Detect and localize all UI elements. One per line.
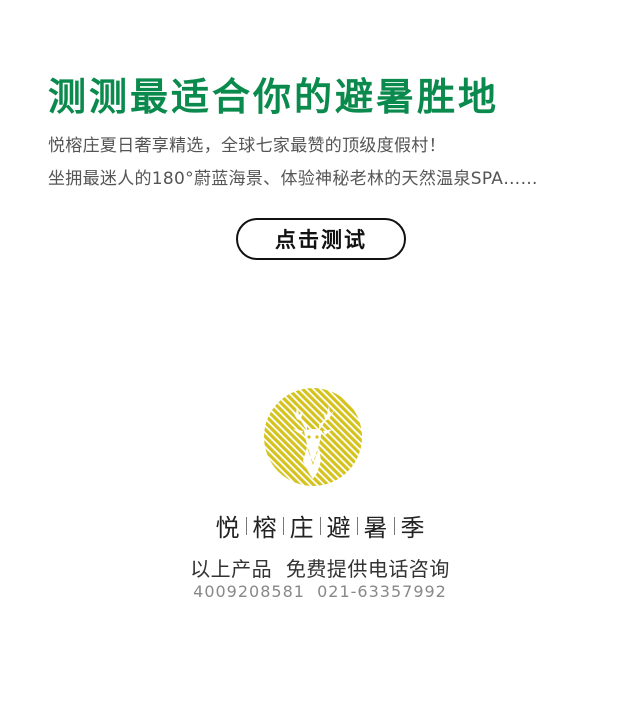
description-line-2: 坐拥最迷人的180°蔚蓝海景、体验神秘老林的天然温泉SPA…… [48, 169, 538, 189]
description-line-1: 悦榕庄夏日奢享精选，全球七家最赞的顶级度假村！ [48, 136, 446, 156]
consult-text: 以上产品 免费提供电话咨询 [190, 557, 450, 581]
brand-char: 避 [326, 514, 351, 542]
brand-char: 榕 [252, 514, 277, 542]
brand-char: 季 [400, 514, 425, 542]
brand-name: 悦 榕 庄 避 暑 季 [0, 508, 640, 543]
deer-head-icon [264, 388, 362, 486]
phone-numbers: 4009208581 021-63357992 [0, 582, 640, 601]
brand-char: 庄 [289, 514, 314, 542]
phone-number-2[interactable]: 021-63357992 [317, 582, 447, 601]
phone-number-1[interactable]: 4009208581 [193, 582, 305, 601]
page-title: 测测最适合你的避暑胜地 [48, 75, 500, 119]
start-test-button[interactable]: 点击测试 [236, 218, 406, 260]
brand-char: 暑 [363, 514, 388, 542]
page: 测测最适合你的避暑胜地 悦榕庄夏日奢享精选，全球七家最赞的顶级度假村！ 坐拥最迷… [0, 0, 640, 726]
brand-char: 悦 [215, 514, 240, 542]
